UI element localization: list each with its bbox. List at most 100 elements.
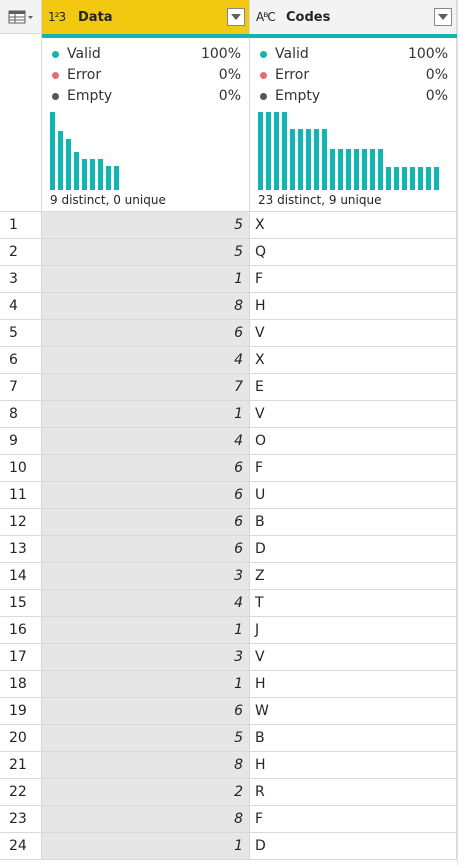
histogram-bar[interactable] (58, 131, 63, 190)
cell-codes[interactable]: X (250, 347, 457, 373)
column-filter-dropdown-codes[interactable] (434, 8, 452, 26)
table-row[interactable]: 77E (0, 374, 457, 401)
cell-codes[interactable]: U (250, 482, 457, 508)
row-number[interactable]: 3 (0, 266, 42, 292)
cell-data[interactable]: 1 (42, 833, 250, 859)
table-row[interactable]: 16 1 J (0, 617, 457, 644)
cell-data[interactable]: 1 (42, 671, 250, 697)
histogram-bar[interactable] (66, 139, 71, 190)
cell-codes[interactable]: Z (250, 563, 457, 589)
row-number[interactable]: 10 (0, 455, 42, 481)
cell-codes[interactable]: F (250, 806, 457, 832)
cell-codes[interactable]: V (250, 401, 457, 427)
histogram-bar[interactable] (426, 167, 431, 190)
cell-data[interactable]: 6 (42, 509, 250, 535)
row-number[interactable]: 6 (0, 347, 42, 373)
cell-data[interactable]: 5 (42, 212, 250, 238)
cell-codes[interactable]: F (250, 266, 457, 292)
row-number[interactable]: 9 (0, 428, 42, 454)
row-number[interactable]: 16 (0, 617, 42, 643)
histogram-bar[interactable] (338, 149, 343, 190)
cell-data[interactable]: 5 (42, 239, 250, 265)
cell-codes[interactable]: B (250, 509, 457, 535)
histogram-bar[interactable] (114, 166, 119, 190)
cell-data[interactable]: 6 (42, 455, 250, 481)
row-number[interactable]: 13 (0, 536, 42, 562)
cell-codes[interactable]: E (250, 374, 457, 400)
cell-data[interactable]: 2 (42, 779, 250, 805)
value-distribution-histogram[interactable] (50, 110, 240, 190)
histogram-bar[interactable] (322, 129, 327, 190)
row-number[interactable]: 14 (0, 563, 42, 589)
cell-data[interactable]: 3 (42, 644, 250, 670)
table-row[interactable]: 18 1 H (0, 671, 457, 698)
histogram-bar[interactable] (266, 112, 271, 190)
histogram-bar[interactable] (98, 159, 103, 190)
cell-codes[interactable]: Q (250, 239, 457, 265)
vertical-scrollbar[interactable] (457, 0, 474, 865)
cell-codes[interactable]: F (250, 455, 457, 481)
histogram-bar[interactable] (418, 167, 423, 190)
table-row[interactable]: 22 2 R (0, 779, 457, 806)
column-header-codes[interactable]: AᴮC Codes (250, 0, 457, 34)
column-header-data[interactable]: 1²3 Data (42, 0, 250, 34)
row-number[interactable]: 20 (0, 725, 42, 751)
cell-data[interactable]: 5 (42, 725, 250, 751)
table-row[interactable]: 48H (0, 293, 457, 320)
histogram-bar[interactable] (50, 112, 55, 190)
histogram-bar[interactable] (314, 129, 319, 190)
cell-data[interactable]: 4 (42, 428, 250, 454)
histogram-bar[interactable] (346, 149, 351, 190)
histogram-bar[interactable] (362, 149, 367, 190)
histogram-bar[interactable] (298, 129, 303, 190)
table-row[interactable]: 13 6 D (0, 536, 457, 563)
row-number[interactable]: 12 (0, 509, 42, 535)
cell-codes[interactable]: X (250, 212, 457, 238)
table-row[interactable]: 11 6 U (0, 482, 457, 509)
histogram-bar[interactable] (306, 129, 311, 190)
row-number[interactable]: 11 (0, 482, 42, 508)
table-row[interactable]: 56V (0, 320, 457, 347)
cell-data[interactable]: 8 (42, 806, 250, 832)
text-type-icon[interactable]: AᴮC (256, 10, 282, 24)
row-number[interactable]: 24 (0, 833, 42, 859)
cell-codes[interactable]: R (250, 779, 457, 805)
table-row[interactable]: 20 5 B (0, 725, 457, 752)
cell-data[interactable]: 8 (42, 752, 250, 778)
table-row[interactable]: 25Q (0, 239, 457, 266)
cell-data[interactable]: 4 (42, 347, 250, 373)
row-number[interactable]: 23 (0, 806, 42, 832)
row-number[interactable]: 1 (0, 212, 42, 238)
number-type-icon[interactable]: 1²3 (48, 10, 74, 24)
row-number[interactable]: 18 (0, 671, 42, 697)
histogram-bar[interactable] (282, 112, 287, 190)
table-row[interactable]: 64X (0, 347, 457, 374)
histogram-bar[interactable] (330, 149, 335, 190)
cell-codes[interactable]: D (250, 833, 457, 859)
cell-codes[interactable]: O (250, 428, 457, 454)
row-number[interactable]: 2 (0, 239, 42, 265)
cell-codes[interactable]: D (250, 536, 457, 562)
histogram-bar[interactable] (386, 167, 391, 190)
value-distribution-histogram[interactable] (258, 110, 448, 190)
table-row[interactable]: 17 3 V (0, 644, 457, 671)
table-row[interactable]: 31F (0, 266, 457, 293)
table-row[interactable]: 14 3 Z (0, 563, 457, 590)
row-number[interactable]: 22 (0, 779, 42, 805)
cell-codes[interactable]: V (250, 644, 457, 670)
table-menu-button[interactable] (0, 0, 42, 34)
histogram-bar[interactable] (106, 166, 111, 190)
cell-codes[interactable]: H (250, 752, 457, 778)
table-row[interactable]: 15 4 T (0, 590, 457, 617)
table-row[interactable]: 24 1 D (0, 833, 457, 860)
cell-data[interactable]: 1 (42, 401, 250, 427)
histogram-bar[interactable] (82, 159, 87, 190)
histogram-bar[interactable] (370, 149, 375, 190)
histogram-bar[interactable] (354, 149, 359, 190)
row-number[interactable]: 8 (0, 401, 42, 427)
row-number[interactable]: 21 (0, 752, 42, 778)
histogram-bar[interactable] (258, 112, 263, 190)
cell-codes[interactable]: H (250, 671, 457, 697)
table-row[interactable]: 12 6 B (0, 509, 457, 536)
histogram-bar[interactable] (378, 149, 383, 190)
